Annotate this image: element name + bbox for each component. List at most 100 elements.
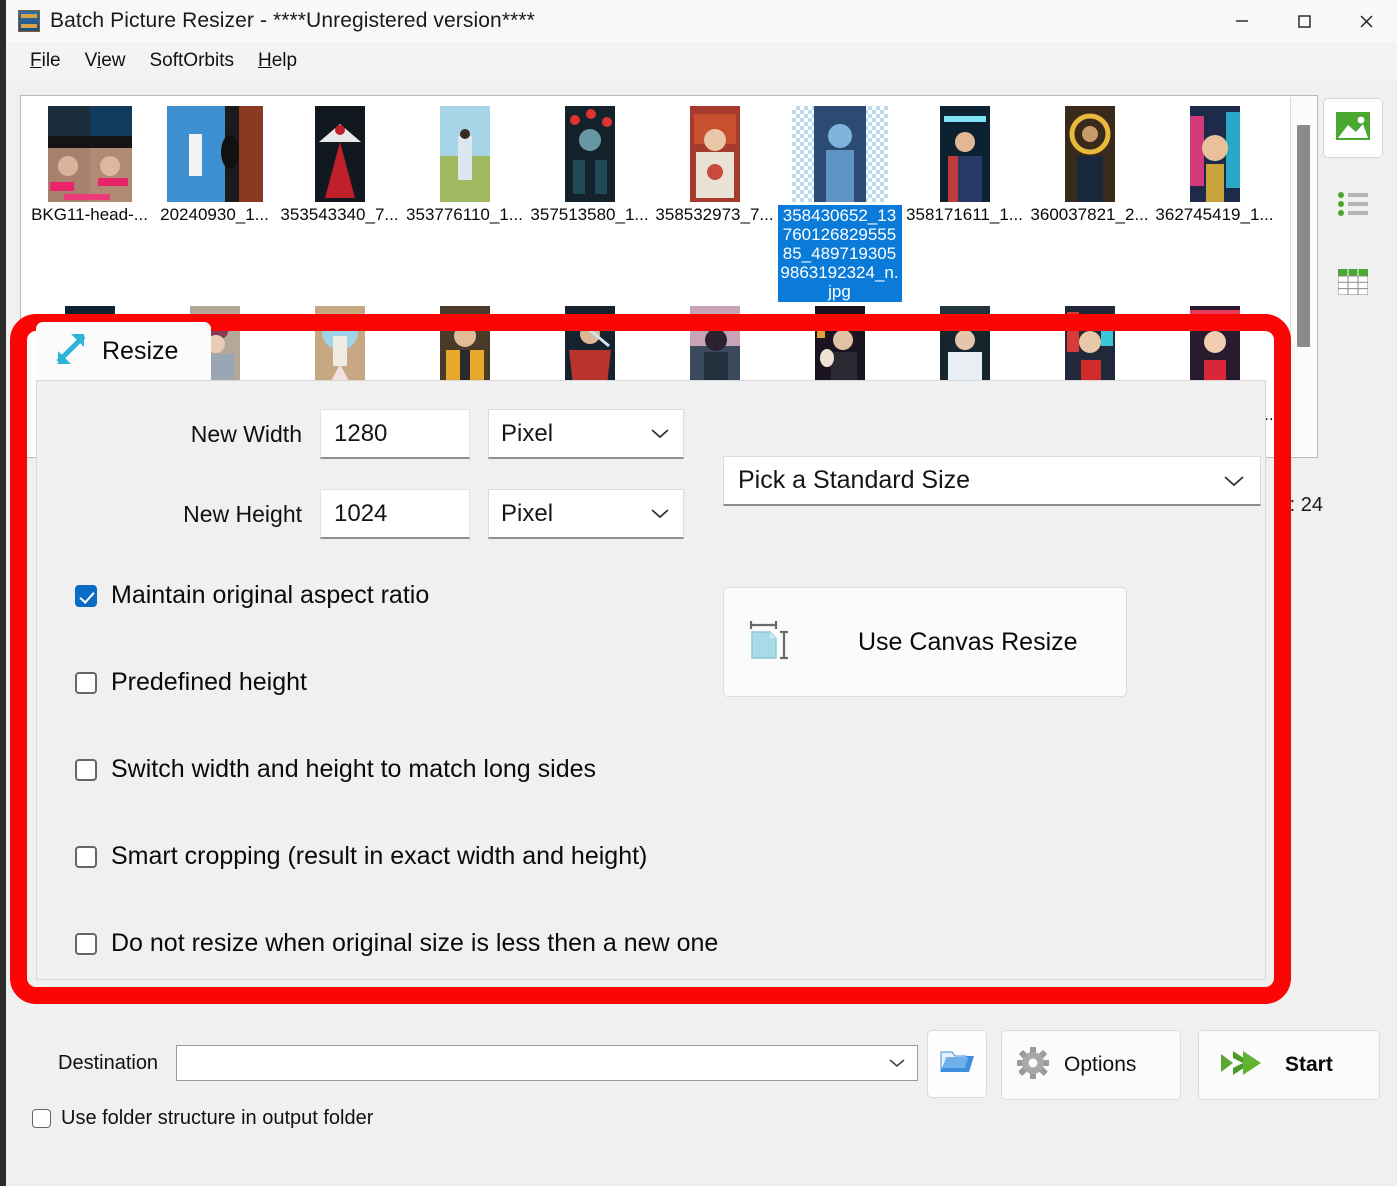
chevron-down-icon bbox=[887, 1057, 907, 1069]
gear-icon bbox=[1016, 1046, 1050, 1085]
thumbnail-image bbox=[689, 106, 740, 202]
thumbnail-row-1: BKG11-head-... 20240930_1... 353543340_7… bbox=[27, 102, 1289, 303]
checkbox-label: Maintain original aspect ratio bbox=[111, 581, 430, 609]
thumbnail-item[interactable]: 357513580_1... bbox=[527, 102, 652, 224]
thumbnail-item[interactable]: 353776110_1... bbox=[402, 102, 527, 224]
checkbox-do-not-resize-smaller[interactable]: Do not resize when original size is less… bbox=[75, 929, 718, 958]
resize-panel: New Width 1280 Pixel New Height 1024 Pix… bbox=[36, 380, 1266, 980]
resize-options-list: Maintain original aspect ratio Predefine… bbox=[75, 581, 718, 1016]
thumbnail-item[interactable]: 353543340_7... bbox=[277, 102, 402, 224]
thumbnail-image bbox=[439, 106, 490, 202]
list-view-button[interactable] bbox=[1323, 176, 1383, 236]
application-window: Batch Picture Resizer - ****Unregistered… bbox=[0, 0, 1397, 1186]
view-mode-rail bbox=[1323, 98, 1385, 332]
thumbnail-image bbox=[166, 106, 263, 202]
chevron-down-icon bbox=[1222, 474, 1246, 488]
minimize-button[interactable] bbox=[1211, 0, 1273, 42]
new-width-unit-select[interactable]: Pixel bbox=[488, 409, 684, 459]
thumbnail-image bbox=[47, 106, 132, 202]
thumbnail-item[interactable]: 358171611_1... bbox=[902, 102, 1027, 224]
new-width-label: New Width bbox=[190, 420, 302, 447]
thumbnail-item[interactable]: 20240930_1... bbox=[152, 102, 277, 224]
resize-diagonal-arrows-icon bbox=[50, 328, 92, 375]
thumbnail-item[interactable]: 358532973_7... bbox=[652, 102, 777, 224]
thumbnail-image bbox=[791, 106, 888, 202]
chevron-down-icon bbox=[649, 507, 671, 520]
checkbox-label: Smart cropping (result in exact width an… bbox=[111, 842, 648, 870]
thumbnail-label: 357513580_1... bbox=[530, 205, 649, 224]
new-height-input[interactable]: 1024 bbox=[320, 489, 470, 539]
grid-details-view-icon bbox=[1337, 268, 1369, 300]
options-label: Options bbox=[1064, 1053, 1137, 1076]
window-controls bbox=[1211, 0, 1397, 42]
thumbnail-view-button[interactable] bbox=[1323, 98, 1383, 158]
resize-tab-container: Resize bbox=[36, 322, 211, 380]
use-folder-structure-checkbox[interactable]: Use folder structure in output folder bbox=[32, 1107, 373, 1130]
thumbnail-image bbox=[939, 106, 990, 202]
thumbnail-image bbox=[1064, 106, 1115, 202]
title-bar: Batch Picture Resizer - ****Unregistered… bbox=[6, 0, 1397, 42]
tab-resize-label: Resize bbox=[102, 336, 179, 365]
browse-destination-button[interactable] bbox=[927, 1030, 987, 1098]
checkbox-label: Switch width and height to match long si… bbox=[111, 755, 596, 783]
checkbox-predefined-height[interactable]: Predefined height bbox=[75, 668, 718, 697]
standard-size-select[interactable]: Pick a Standard Size bbox=[723, 456, 1261, 506]
checkbox-smart-cropping[interactable]: Smart cropping (result in exact width an… bbox=[75, 842, 718, 871]
thumbnail-label: 358532973_7... bbox=[655, 205, 774, 224]
thumbnail-image bbox=[564, 106, 615, 202]
checkbox-box[interactable] bbox=[75, 758, 97, 781]
image-count-status: t: 24 bbox=[1284, 494, 1323, 516]
thumbnail-item[interactable]: BKG11-head-... bbox=[27, 102, 152, 224]
thumbnail-label: 360037821_2... bbox=[1030, 205, 1149, 224]
close-button[interactable] bbox=[1335, 0, 1397, 42]
window-title: Batch Picture Resizer - ****Unregistered… bbox=[50, 9, 535, 32]
new-width-row: New Width 1280 Pixel bbox=[122, 409, 684, 459]
menu-help[interactable]: Help bbox=[246, 48, 309, 74]
start-button[interactable]: Start bbox=[1198, 1030, 1380, 1100]
thumbnail-label: 358430652_13760126829555 85_489719305986… bbox=[777, 205, 902, 303]
scrollbar-thumb[interactable] bbox=[1297, 125, 1310, 347]
checkbox-box[interactable] bbox=[75, 671, 97, 694]
checkbox-switch-width-height[interactable]: Switch width and height to match long si… bbox=[75, 755, 718, 784]
open-folder-icon bbox=[940, 1048, 974, 1081]
canvas-resize-icon bbox=[746, 616, 794, 669]
thumbnail-item[interactable]: 360037821_2... bbox=[1027, 102, 1152, 224]
checkbox-maintain-aspect-ratio[interactable]: Maintain original aspect ratio bbox=[75, 581, 718, 610]
maximize-button[interactable] bbox=[1273, 0, 1335, 42]
green-double-arrow-icon bbox=[1217, 1048, 1263, 1083]
new-height-row: New Height 1024 Pixel bbox=[122, 489, 684, 539]
menu-file-rest: ile bbox=[41, 50, 61, 71]
menu-file[interactable]: File bbox=[18, 48, 73, 74]
menu-bar: File View SoftOrbits Help bbox=[6, 42, 1397, 80]
checkbox-box[interactable] bbox=[75, 932, 97, 955]
new-width-unit-value: Pixel bbox=[501, 419, 554, 447]
app-image-icon bbox=[18, 10, 40, 32]
start-label: Start bbox=[1285, 1053, 1333, 1076]
destination-combobox[interactable] bbox=[176, 1045, 919, 1081]
thumbnail-label: 362745419_1... bbox=[1155, 205, 1274, 224]
image-thumbnail-view-icon bbox=[1336, 111, 1370, 145]
options-button[interactable]: Options bbox=[1001, 1030, 1181, 1100]
thumbnail-scrollbar[interactable] bbox=[1290, 97, 1316, 456]
new-width-input[interactable]: 1280 bbox=[320, 409, 470, 459]
destination-label: Destination bbox=[58, 1051, 159, 1074]
use-canvas-resize-button[interactable]: Use Canvas Resize bbox=[723, 587, 1127, 697]
checkbox-box[interactable] bbox=[75, 845, 97, 868]
destination-row: Destination bbox=[58, 1045, 919, 1081]
menu-view[interactable]: View bbox=[73, 48, 138, 74]
new-height-unit-select[interactable]: Pixel bbox=[488, 489, 684, 539]
thumbnail-label: 20240930_1... bbox=[160, 205, 269, 224]
thumbnail-label: 358171611_1... bbox=[906, 205, 1023, 224]
thumbnail-item[interactable]: 362745419_1... bbox=[1152, 102, 1277, 224]
thumbnail-label: 353776110_1... bbox=[406, 205, 523, 224]
checkbox-box[interactable] bbox=[32, 1109, 51, 1128]
details-view-button[interactable] bbox=[1323, 254, 1383, 314]
use-canvas-resize-label: Use Canvas Resize bbox=[858, 627, 1078, 656]
use-folder-structure-label: Use folder structure in output folder bbox=[61, 1107, 374, 1129]
tab-resize[interactable]: Resize bbox=[36, 322, 211, 380]
thumbnail-label: BKG11-head-... bbox=[31, 205, 148, 224]
menu-softorbits[interactable]: SoftOrbits bbox=[138, 48, 246, 74]
thumbnail-item-selected[interactable]: 358430652_13760126829555 85_489719305986… bbox=[777, 102, 902, 303]
checkbox-label: Predefined height bbox=[111, 668, 307, 696]
checkbox-box[interactable] bbox=[75, 584, 97, 607]
